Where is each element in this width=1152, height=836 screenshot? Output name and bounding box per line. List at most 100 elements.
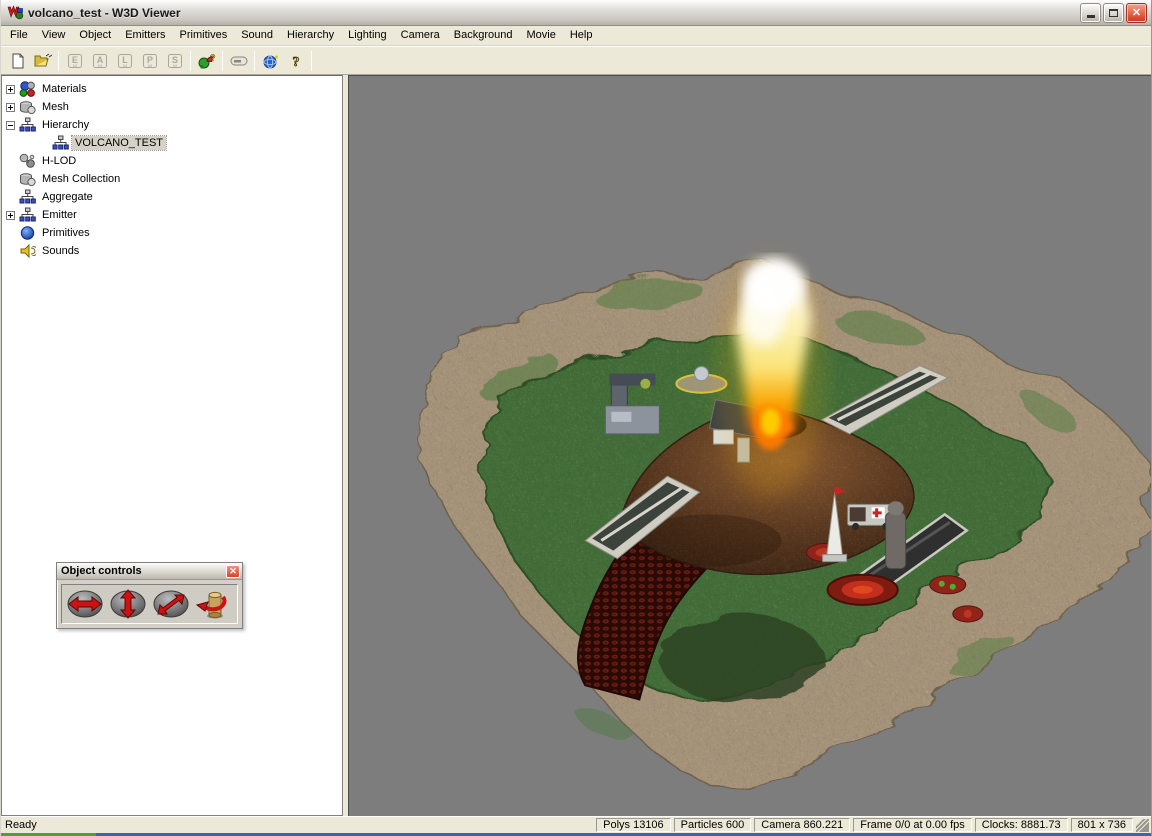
expand-icon[interactable] bbox=[6, 85, 15, 94]
title-bar[interactable]: volcano_test - W3D Viewer ✕ bbox=[1, 0, 1151, 26]
toolbar-separator bbox=[190, 51, 191, 71]
open-file-button[interactable] bbox=[30, 49, 55, 73]
slider-toggle-button[interactable] bbox=[226, 49, 251, 73]
rotate-object-button[interactable] bbox=[193, 588, 234, 620]
menu-lighting[interactable]: Lighting bbox=[341, 27, 394, 44]
toolbar-separator bbox=[254, 51, 255, 71]
tree-item-label: Aggregate bbox=[39, 190, 96, 204]
minimize-button[interactable] bbox=[1080, 3, 1101, 23]
tree-item-label: VOLCANO_TEST bbox=[72, 136, 166, 150]
letter-box-icon: AM bbox=[92, 53, 108, 69]
app-window: volcano_test - W3D Viewer ✕ FileViewObje… bbox=[0, 0, 1152, 836]
app-icon bbox=[7, 4, 24, 21]
hlod-icon bbox=[19, 153, 36, 169]
add-object-button[interactable] bbox=[258, 49, 283, 73]
materials-icon bbox=[19, 81, 36, 97]
help-button[interactable]: ? bbox=[283, 49, 308, 73]
object-controls-titlebar[interactable]: Object controls ✕ bbox=[57, 563, 242, 580]
status-segment: Particles 600 bbox=[674, 818, 752, 832]
tree-item-label: Emitter bbox=[39, 208, 80, 222]
palette-close-icon[interactable]: ✕ bbox=[226, 565, 240, 578]
tree-item-label: Primitives bbox=[39, 226, 93, 240]
animation-settings-button[interactable]: ? bbox=[194, 49, 219, 73]
status-segments: Polys 13106Particles 600Camera 860.221Fr… bbox=[593, 818, 1133, 832]
export-l-button: LM bbox=[112, 49, 137, 73]
tree-item-label: Materials bbox=[39, 82, 90, 96]
svg-text:M: M bbox=[98, 63, 102, 68]
hierarchy-icon bbox=[19, 117, 36, 133]
menu-help[interactable]: Help bbox=[563, 27, 600, 44]
eruption-plume bbox=[715, 257, 825, 498]
toolbar-separator bbox=[58, 51, 59, 71]
export-a-button: AM bbox=[87, 49, 112, 73]
object-controls-palette[interactable]: Object controls ✕ bbox=[56, 562, 243, 629]
toolbar-separator bbox=[222, 51, 223, 71]
menu-background[interactable]: Background bbox=[447, 27, 520, 44]
viewport-3d[interactable] bbox=[348, 75, 1151, 816]
hierarchy-icon bbox=[52, 135, 69, 151]
tree-item-label: Sounds bbox=[39, 244, 82, 258]
translate-horizontal-button[interactable] bbox=[65, 588, 106, 620]
letter-box-icon: EM bbox=[67, 53, 83, 69]
menu-sound[interactable]: Sound bbox=[234, 27, 280, 44]
translate-vertical-button[interactable] bbox=[108, 588, 149, 620]
menu-movie[interactable]: Movie bbox=[519, 27, 562, 44]
status-segment: 801 x 736 bbox=[1071, 818, 1133, 832]
menu-emitters[interactable]: Emitters bbox=[118, 27, 172, 44]
status-segment: Polys 13106 bbox=[596, 818, 671, 832]
mesh-icon bbox=[19, 171, 36, 187]
menu-hierarchy[interactable]: Hierarchy bbox=[280, 27, 341, 44]
diagonal-arrow-sphere-icon bbox=[151, 589, 191, 619]
animation-settings-icon: ? bbox=[198, 53, 216, 69]
new-document-icon bbox=[10, 53, 26, 69]
letter-box-icon: SM bbox=[167, 53, 183, 69]
maximize-button[interactable] bbox=[1103, 3, 1124, 23]
window-title: volcano_test - W3D Viewer bbox=[28, 6, 1080, 20]
tree-item-aggregate[interactable]: Aggregate bbox=[4, 188, 342, 206]
tree-item-mesh-collection[interactable]: Mesh Collection bbox=[4, 170, 342, 188]
svg-text:?: ? bbox=[210, 53, 216, 63]
tree-item-sounds[interactable]: Sounds bbox=[4, 242, 342, 260]
svg-text:M: M bbox=[123, 63, 127, 68]
tree-item-mesh[interactable]: Mesh bbox=[4, 98, 342, 116]
object-controls-body bbox=[61, 584, 238, 624]
horizontal-arrows-sphere-icon bbox=[65, 589, 105, 619]
status-bar: Ready Polys 13106Particles 600Camera 860… bbox=[1, 816, 1151, 833]
menu-bar: FileViewObjectEmittersPrimitivesSoundHie… bbox=[1, 26, 1151, 46]
tree-item-volcano-test[interactable]: VOLCANO_TEST bbox=[4, 134, 342, 152]
resize-grip-icon[interactable] bbox=[1136, 819, 1149, 832]
viewport-3d-scene[interactable] bbox=[349, 76, 1151, 816]
status-segment: Clocks: 8881.73 bbox=[975, 818, 1068, 832]
expand-icon[interactable] bbox=[6, 103, 15, 112]
tree-item-h-lod[interactable]: H-LOD bbox=[4, 152, 342, 170]
tree-item-materials[interactable]: Materials bbox=[4, 80, 342, 98]
menu-primitives[interactable]: Primitives bbox=[173, 27, 235, 44]
menu-object[interactable]: Object bbox=[72, 27, 118, 44]
asset-tree-panel[interactable]: Materials Mesh Hierarchy VOLCANO_TEST H-LOD M… bbox=[1, 75, 343, 816]
letter-box-icon: PM bbox=[142, 53, 158, 69]
tree-item-hierarchy[interactable]: Hierarchy bbox=[4, 116, 342, 134]
slider-icon bbox=[230, 53, 248, 69]
menu-file[interactable]: File bbox=[3, 27, 35, 44]
help-icon: ? bbox=[290, 53, 302, 69]
close-button[interactable]: ✕ bbox=[1126, 3, 1147, 23]
rotate-cylinder-icon bbox=[194, 589, 234, 619]
open-folder-icon bbox=[34, 53, 52, 69]
tree-item-primitives[interactable]: Primitives bbox=[4, 224, 342, 242]
new-file-button[interactable] bbox=[5, 49, 30, 73]
collapse-icon[interactable] bbox=[6, 121, 15, 130]
dirt-patch bbox=[659, 615, 823, 703]
primitives-icon bbox=[19, 225, 36, 241]
hierarchy-icon bbox=[19, 189, 36, 205]
menu-view[interactable]: View bbox=[35, 27, 73, 44]
status-segment: Camera 860.221 bbox=[754, 818, 850, 832]
object-controls-title: Object controls bbox=[61, 565, 226, 577]
svg-text:M: M bbox=[173, 63, 177, 68]
tree-item-label: Mesh Collection bbox=[39, 172, 123, 186]
tree-item-emitter[interactable]: Emitter bbox=[4, 206, 342, 224]
tree-item-label: Hierarchy bbox=[39, 118, 92, 132]
svg-text:M: M bbox=[148, 63, 152, 68]
translate-diagonal-button[interactable] bbox=[151, 588, 192, 620]
menu-camera[interactable]: Camera bbox=[394, 27, 447, 44]
expand-icon[interactable] bbox=[6, 211, 15, 220]
